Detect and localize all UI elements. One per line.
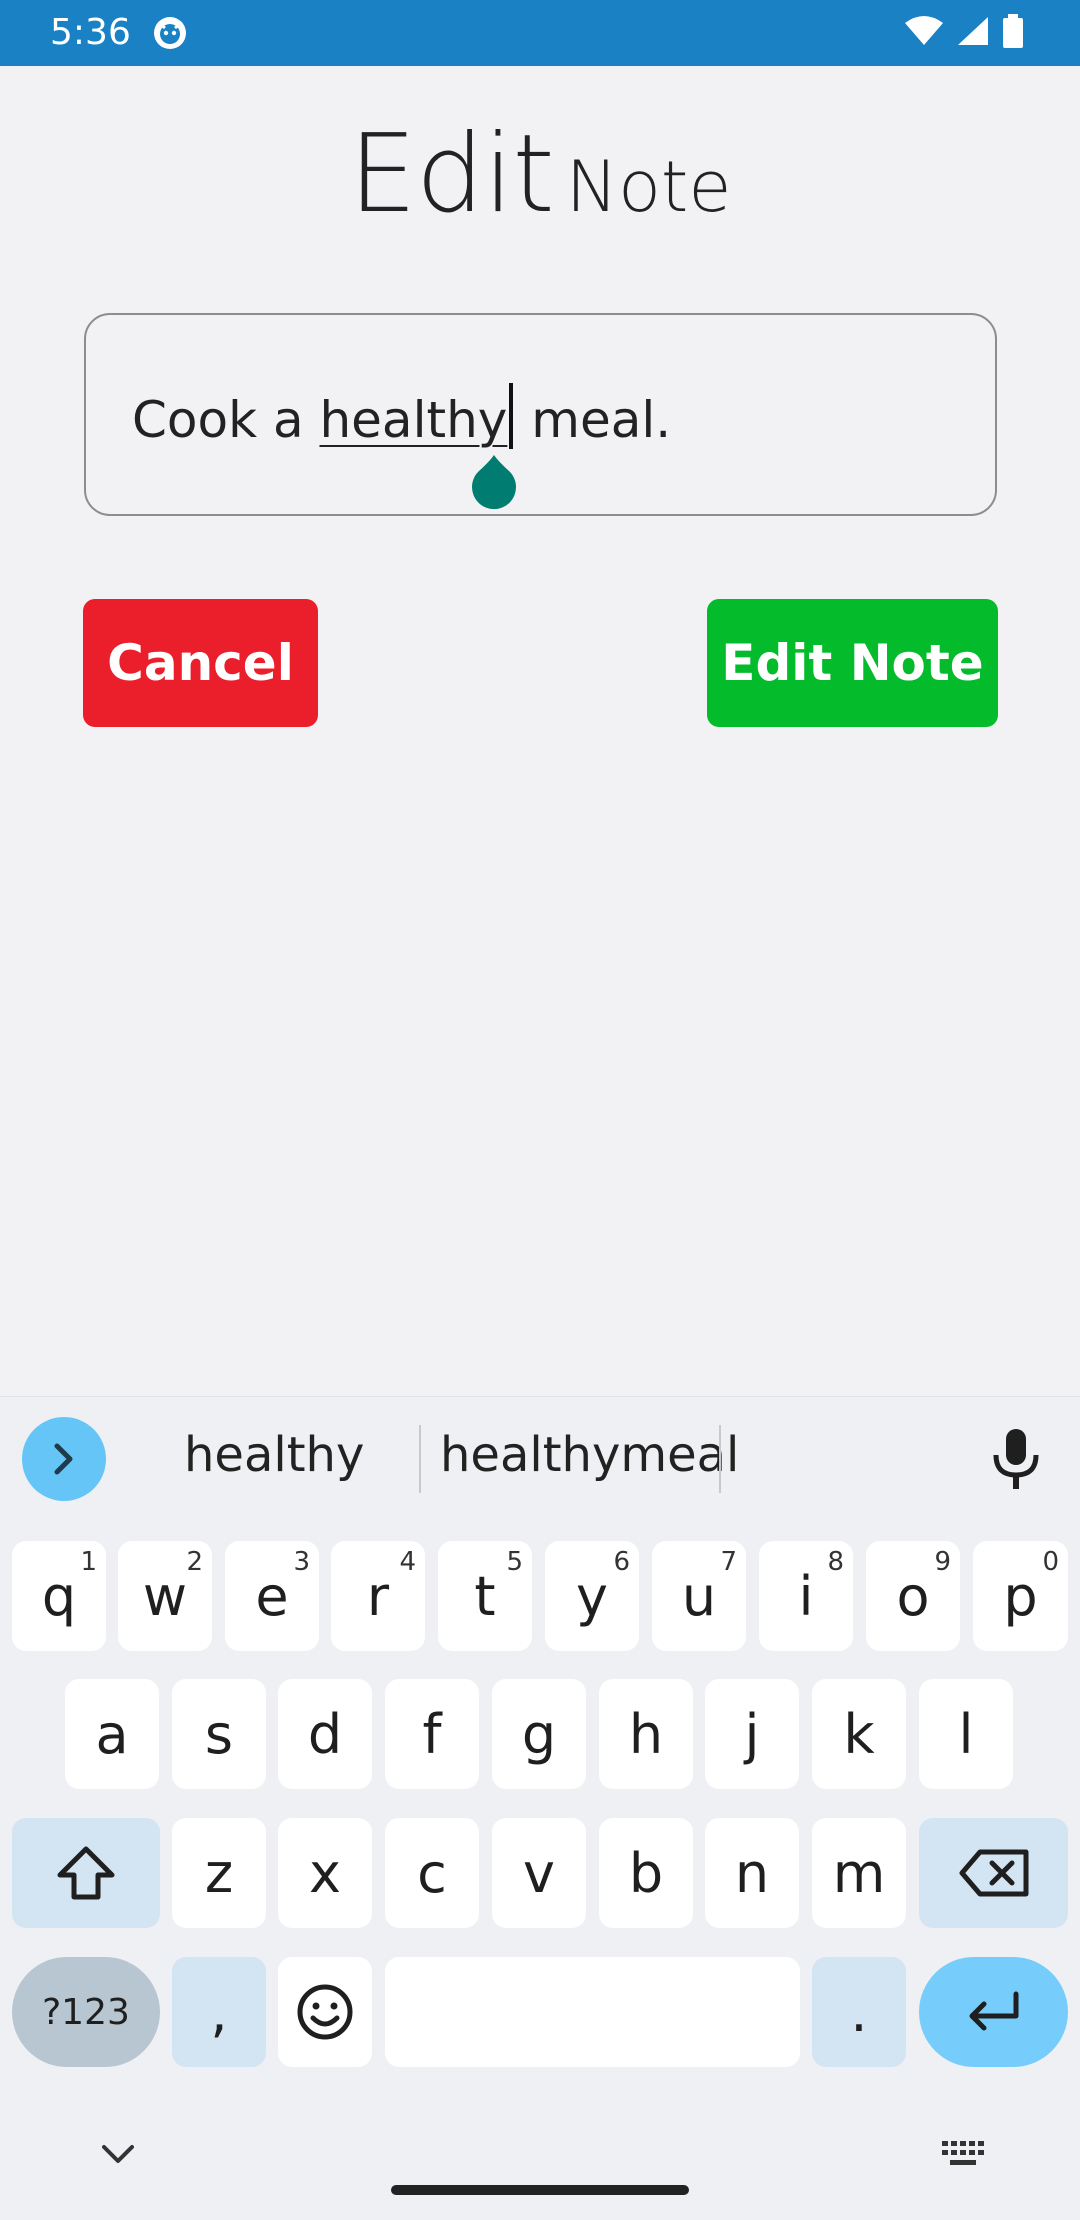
key-b[interactable]: b [599, 1818, 693, 1928]
wifi-icon [905, 16, 943, 45]
backspace-key[interactable] [919, 1818, 1068, 1928]
microphone-icon[interactable] [988, 1427, 1044, 1493]
key-hint: 5 [506, 1547, 523, 1577]
key-hint: 6 [613, 1547, 630, 1577]
key-label: u [681, 1564, 717, 1628]
key-label: t [474, 1564, 496, 1628]
key-o[interactable]: o9 [866, 1541, 960, 1651]
key-f[interactable]: f [385, 1679, 479, 1789]
key-r[interactable]: r4 [331, 1541, 425, 1651]
enter-icon [969, 1991, 1018, 2031]
suggestion-2[interactable]: healthymeal [440, 1427, 739, 1483]
key-h[interactable]: h [599, 1679, 693, 1789]
key-v[interactable]: v [492, 1818, 586, 1928]
key-q[interactable]: q1 [12, 1541, 106, 1651]
emoji-key[interactable] [278, 1957, 372, 2067]
backspace-icon [959, 1849, 1028, 1897]
text-cursor [509, 383, 514, 449]
cursor-handle[interactable] [467, 453, 521, 515]
note-text-after: meal. [515, 391, 672, 449]
key-s[interactable]: s [172, 1679, 266, 1789]
key-label: e [255, 1564, 289, 1628]
key-hint: 1 [80, 1547, 97, 1577]
symbols-key[interactable]: ?123 [12, 1957, 160, 2067]
key-z[interactable]: z [172, 1818, 266, 1928]
key-y[interactable]: y6 [545, 1541, 639, 1651]
title-note: Note [565, 146, 732, 228]
key-hint: 0 [1042, 1547, 1059, 1577]
key-m[interactable]: m [812, 1818, 906, 1928]
shift-icon [57, 1846, 115, 1900]
key-u[interactable]: u7 [652, 1541, 746, 1651]
key-label: p [1003, 1564, 1038, 1628]
period-key[interactable]: . [812, 1957, 906, 2067]
key-k[interactable]: k [812, 1679, 906, 1789]
enter-key[interactable] [919, 1957, 1068, 2067]
shift-key[interactable] [12, 1818, 160, 1928]
key-j[interactable]: j [705, 1679, 799, 1789]
soft-keyboard: healthy healthymeal q1 w2 e3 r4 t5 y6 u7… [0, 1396, 1080, 2220]
status-bar: 5:36 [0, 0, 1080, 66]
edit-note-button[interactable]: Edit Note [707, 599, 998, 727]
note-text-before: Cook a [132, 391, 320, 449]
key-hint: 9 [934, 1547, 951, 1577]
battery-icon [1003, 14, 1023, 48]
key-l[interactable]: l [919, 1679, 1013, 1789]
status-icons [904, 14, 1024, 48]
chevron-right-icon [54, 1443, 73, 1475]
page-title: Edit Note [0, 112, 1080, 237]
emoji-icon [297, 1984, 353, 2040]
signal-icon [958, 17, 988, 45]
suggestion-divider [419, 1425, 421, 1493]
key-g[interactable]: g [492, 1679, 586, 1789]
title-edit: Edit [348, 112, 555, 237]
key-w[interactable]: w2 [118, 1541, 212, 1651]
suggestion-1[interactable]: healthy [184, 1427, 364, 1483]
cancel-button[interactable]: Cancel [83, 599, 318, 727]
note-text-composing-word: healthy [319, 391, 508, 449]
suggestion-expand-button[interactable] [22, 1417, 106, 1501]
key-n[interactable]: n [705, 1818, 799, 1928]
key-p[interactable]: p0 [973, 1541, 1068, 1651]
key-x[interactable]: x [278, 1818, 372, 1928]
key-d[interactable]: d [278, 1679, 372, 1789]
comma-key[interactable]: , [172, 1957, 266, 2067]
key-t[interactable]: t5 [438, 1541, 532, 1651]
space-key[interactable] [385, 1957, 800, 2067]
hide-keyboard-icon[interactable] [98, 2141, 138, 2167]
key-label: i [798, 1564, 814, 1628]
key-label: w [142, 1564, 188, 1628]
key-a[interactable]: a [65, 1679, 159, 1789]
key-hint: 2 [186, 1547, 203, 1577]
note-input-text[interactable]: Cook a healthy meal. [132, 383, 671, 449]
key-hint: 7 [720, 1547, 737, 1577]
key-hint: 4 [399, 1547, 416, 1577]
key-c[interactable]: c [385, 1818, 479, 1928]
status-time: 5:36 [50, 12, 131, 53]
key-i[interactable]: i8 [759, 1541, 853, 1651]
key-label: r [366, 1564, 390, 1628]
key-label: y [576, 1564, 608, 1628]
note-input[interactable]: Cook a healthy meal. [84, 313, 997, 516]
key-hint: 8 [827, 1547, 844, 1577]
suggestion-divider [719, 1425, 721, 1493]
key-hint: 3 [293, 1547, 310, 1577]
key-e[interactable]: e3 [225, 1541, 319, 1651]
key-label: q [41, 1564, 77, 1628]
home-gesture-bar[interactable] [391, 2185, 689, 2195]
app-notification-icon [154, 17, 186, 49]
key-label: o [896, 1564, 930, 1628]
keyboard-switch-icon[interactable] [940, 2139, 986, 2169]
